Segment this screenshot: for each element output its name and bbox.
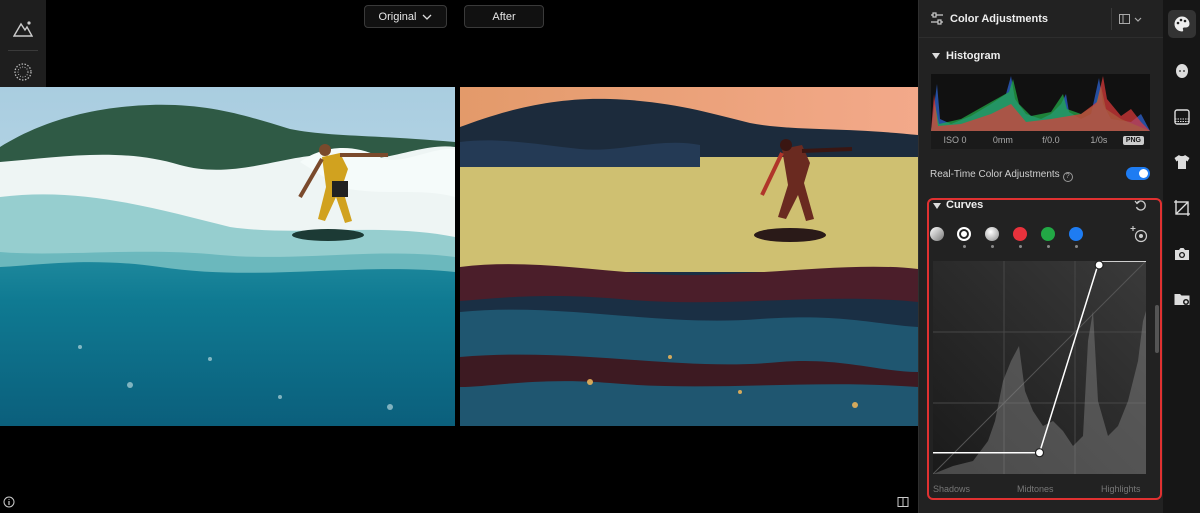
folder-icon[interactable] xyxy=(1168,285,1196,313)
chevron-down-icon xyxy=(1134,17,1141,22)
original-label: Original xyxy=(378,10,417,23)
after-label: After xyxy=(492,10,516,23)
histogram-graph xyxy=(931,74,1150,131)
channel-white-icon[interactable] xyxy=(985,227,999,241)
curves-title: Curves xyxy=(946,199,984,211)
after-photo xyxy=(460,87,918,426)
channel-red-icon[interactable] xyxy=(1013,227,1027,241)
curve-control-point[interactable] xyxy=(1034,448,1045,458)
info-icon[interactable] xyxy=(3,495,15,508)
channel-green-icon[interactable] xyxy=(1041,227,1055,241)
help-icon[interactable]: ? xyxy=(1062,172,1073,182)
layout-icon xyxy=(1118,14,1130,24)
reset-icon[interactable] xyxy=(1134,199,1147,217)
zone-shadows: Shadows xyxy=(933,484,971,494)
crop-icon[interactable] xyxy=(1168,194,1196,222)
curve-control-point[interactable] xyxy=(1094,260,1104,270)
sliders-icon xyxy=(930,12,944,30)
mountain-sparkle-icon[interactable] xyxy=(9,15,37,43)
grain-circle-icon[interactable] xyxy=(9,58,37,86)
realtime-toggle[interactable] xyxy=(1126,167,1150,180)
exif-aperture: f/0.0 xyxy=(1042,135,1060,145)
collapse-triangle-icon[interactable] xyxy=(933,203,941,209)
panel-scrollbar[interactable] xyxy=(1155,305,1159,353)
tool-rail xyxy=(1163,0,1200,513)
split-view-icon[interactable] xyxy=(897,495,909,507)
format-badge: PNG xyxy=(1122,135,1144,145)
exif-shutter: 1/0s xyxy=(1090,135,1108,145)
histogram-title: Histogram xyxy=(946,50,1001,62)
collapse-triangle-icon[interactable] xyxy=(932,53,940,59)
face-icon[interactable] xyxy=(1168,57,1196,85)
image-canvas[interactable]: Original After xyxy=(0,0,918,513)
color-adjustments-panel: Color Adjustments Histogram ISO 0 0mm f/… xyxy=(918,0,1164,513)
target-picker-icon[interactable] xyxy=(1130,225,1148,248)
curves-graph[interactable] xyxy=(932,260,1147,475)
exif-iso: ISO 0 xyxy=(943,135,967,145)
panel-title: Color Adjustments xyxy=(950,13,1048,25)
channel-pen-icon[interactable] xyxy=(930,227,944,241)
panel-header: Color Adjustments xyxy=(919,0,1164,38)
zone-highlights: Highlights xyxy=(1101,484,1141,494)
texture-icon[interactable] xyxy=(1168,103,1196,131)
zone-midtones: Midtones xyxy=(1017,484,1054,494)
layout-dropdown[interactable] xyxy=(1111,8,1148,30)
original-photo xyxy=(0,87,455,426)
original-dropdown[interactable]: Original xyxy=(364,5,447,28)
exif-info-bar: ISO 0 0mm f/0.0 1/0s PNG xyxy=(931,131,1150,149)
palette-icon[interactable] xyxy=(1168,10,1196,38)
realtime-label: Real-Time Color Adjustments xyxy=(930,169,1060,180)
exif-focal: 0mm xyxy=(992,135,1013,145)
chevron-down-icon xyxy=(422,11,432,23)
shirt-icon[interactable] xyxy=(1168,148,1196,176)
realtime-row: Real-Time Color Adjustments? xyxy=(930,169,1073,182)
after-button[interactable]: After xyxy=(464,5,544,28)
camera-icon[interactable] xyxy=(1168,240,1196,268)
channel-blue-icon[interactable] xyxy=(1069,227,1083,241)
channel-rgb-icon[interactable] xyxy=(957,227,971,241)
